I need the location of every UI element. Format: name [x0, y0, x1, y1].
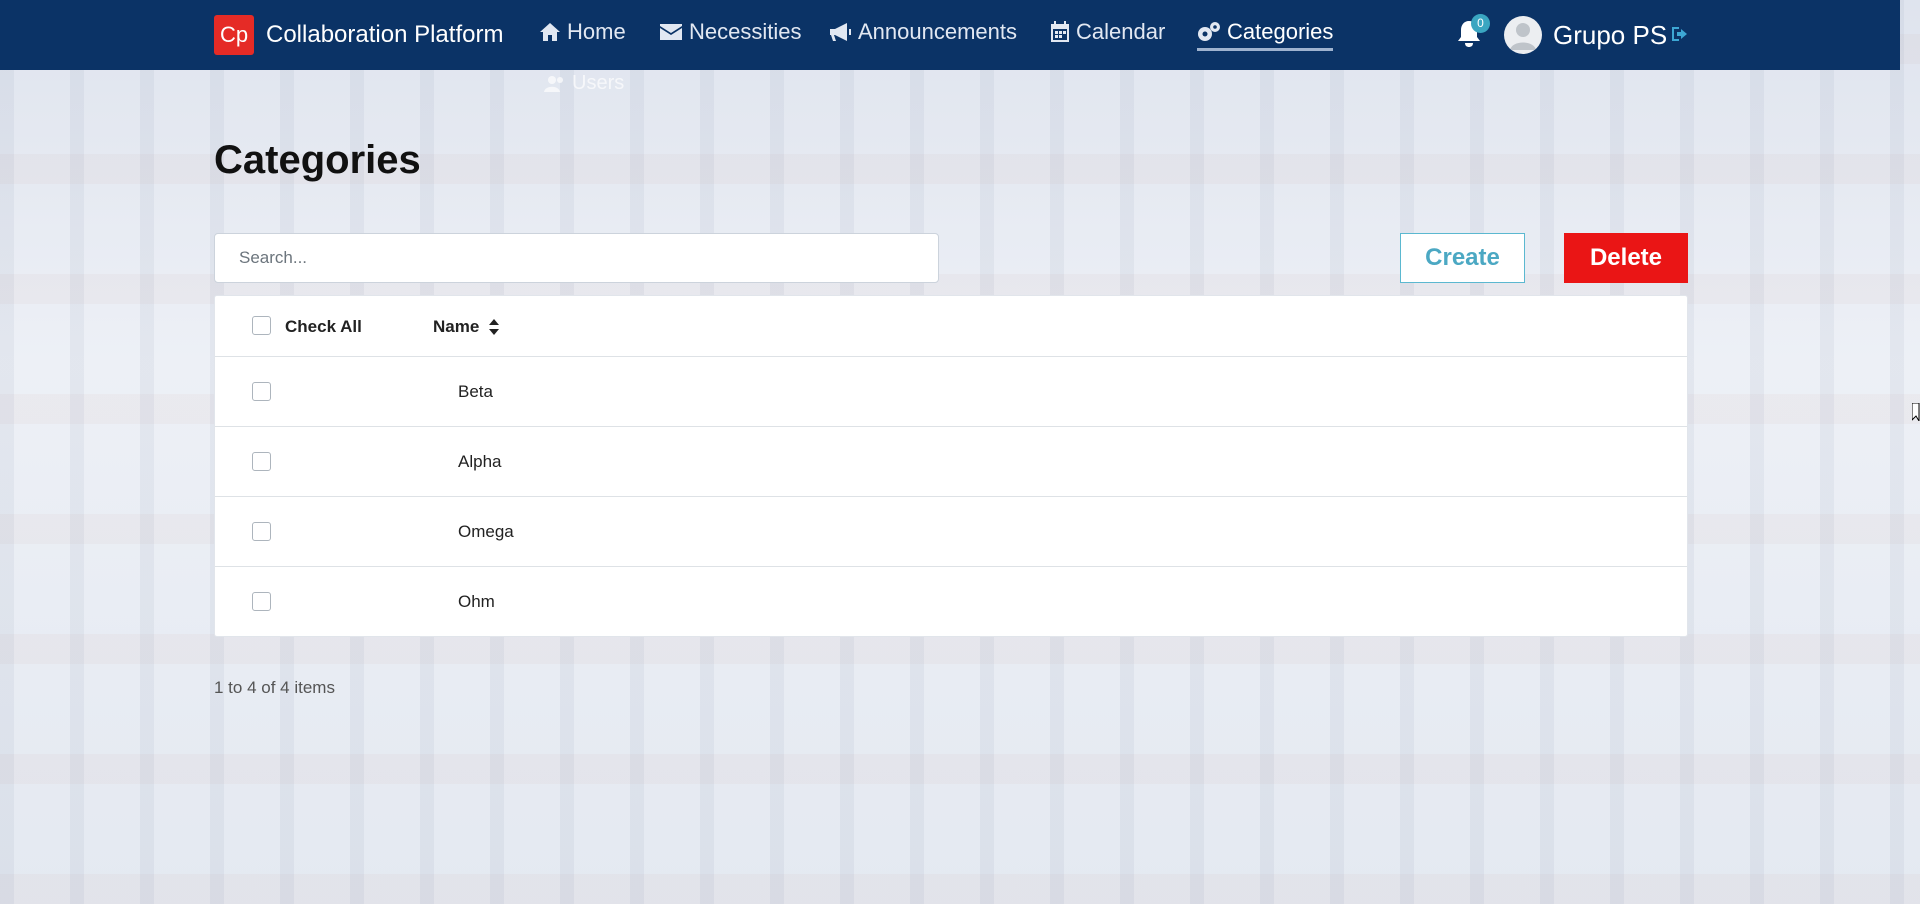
check-all-checkbox[interactable]: [252, 316, 271, 335]
delete-button[interactable]: Delete: [1564, 233, 1688, 283]
brand-logo[interactable]: Cp: [214, 15, 254, 55]
search-input[interactable]: [214, 233, 939, 283]
brand-name[interactable]: Collaboration Platform: [266, 21, 503, 49]
top-navbar: Cp Collaboration Platform Home Necessiti…: [0, 0, 1900, 70]
nav-categories[interactable]: Categories: [1197, 19, 1334, 51]
name-column-header[interactable]: Name: [433, 317, 500, 337]
mouse-cursor-icon: [1911, 402, 1920, 426]
nav-announcements[interactable]: Announcements: [828, 19, 1017, 45]
row-checkbox[interactable]: [252, 522, 271, 541]
table-row[interactable]: Alpha: [215, 427, 1687, 497]
nav-necessities-label: Necessities: [689, 19, 802, 44]
categories-table: Check All Name Beta Alpha Omega Ohm: [214, 295, 1688, 637]
row-checkbox[interactable]: [252, 382, 271, 401]
check-all-label: Check All: [285, 317, 362, 336]
notification-badge: 0: [1471, 14, 1490, 33]
row-checkbox[interactable]: [252, 592, 271, 611]
bullhorn-icon: [830, 23, 851, 41]
row-checkbox[interactable]: [252, 452, 271, 471]
nav-users-label: Users: [572, 72, 625, 94]
table-row[interactable]: Omega: [215, 497, 1687, 567]
category-name: Omega: [458, 522, 514, 541]
nav-calendar[interactable]: Calendar: [1050, 19, 1165, 45]
category-name: Ohm: [458, 592, 495, 611]
avatar[interactable]: [1504, 16, 1542, 54]
category-name: Alpha: [458, 452, 502, 471]
user-name[interactable]: Grupo PS: [1553, 20, 1667, 51]
table-header: Check All Name: [215, 296, 1687, 357]
sort-icon: [489, 319, 500, 335]
nav-categories-label: Categories: [1227, 19, 1334, 44]
name-header-label: Name: [433, 317, 480, 336]
pagination-info: 1 to 4 of 4 items: [214, 678, 335, 697]
create-button[interactable]: Create: [1400, 233, 1525, 283]
nav-necessities[interactable]: Necessities: [659, 19, 801, 45]
table-row[interactable]: Ohm: [215, 567, 1687, 637]
user-icon: [1510, 23, 1536, 50]
table-row[interactable]: Beta: [215, 357, 1687, 427]
page-title: Categories: [214, 138, 421, 182]
users-icon: [544, 75, 563, 92]
sign-out-icon: [1672, 27, 1687, 41]
category-name: Beta: [458, 382, 493, 401]
envelope-icon: [660, 24, 682, 40]
nav-calendar-label: Calendar: [1076, 19, 1166, 44]
nav-home[interactable]: Home: [539, 19, 626, 45]
home-icon: [540, 23, 560, 41]
nav-users[interactable]: Users: [544, 72, 624, 95]
gears-icon: [1198, 22, 1220, 41]
logout-button[interactable]: [1671, 26, 1689, 47]
nav-home-label: Home: [567, 19, 626, 44]
calendar-icon: [1051, 21, 1069, 42]
nav-announcements-label: Announcements: [858, 19, 1017, 44]
